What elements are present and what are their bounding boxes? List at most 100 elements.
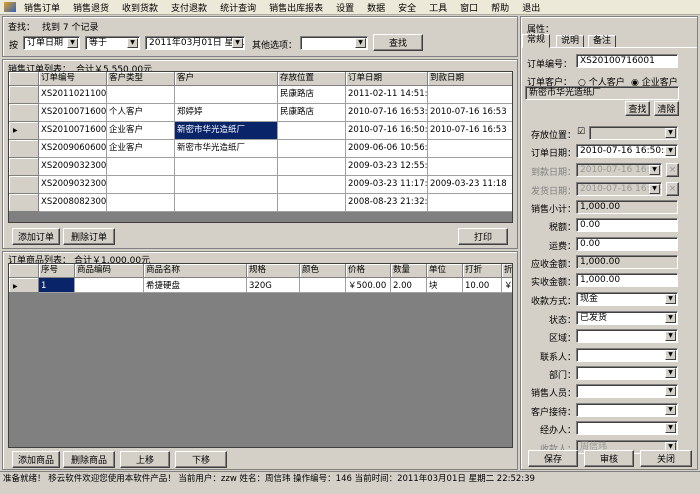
table-cell[interactable] xyxy=(107,158,175,176)
reception-field[interactable]: ▼ xyxy=(576,403,678,417)
menu-item[interactable]: 收到货款 xyxy=(122,4,158,14)
table-cell[interactable]: 1 xyxy=(39,278,75,293)
table-cell[interactable]: XS20110211001 xyxy=(39,86,107,104)
add-order-button[interactable]: 添加订单 xyxy=(12,228,60,245)
table-cell[interactable]: 2010-07-16 16:50:53 xyxy=(346,122,428,140)
table-cell[interactable] xyxy=(175,176,278,194)
menu-item[interactable]: 销售订单 xyxy=(24,4,60,14)
status-field[interactable]: 已发货 ▼ xyxy=(576,311,678,325)
column-header[interactable]: 单位 xyxy=(427,264,463,278)
sales-field[interactable]: ▼ xyxy=(576,384,678,398)
table-cell[interactable]: 2.00 xyxy=(391,278,427,293)
clear-date-icon[interactable]: × xyxy=(666,182,679,196)
table-cell[interactable] xyxy=(428,140,512,158)
menu-item[interactable]: 设置 xyxy=(336,4,354,14)
table-cell[interactable]: XS20100716002 xyxy=(39,104,107,122)
column-header[interactable]: 客户类型 xyxy=(107,72,175,86)
freight-field[interactable]: 0.00 xyxy=(576,237,678,251)
column-header[interactable]: 商品编码 xyxy=(75,264,144,278)
table-cell[interactable] xyxy=(428,86,512,104)
contact-field[interactable]: ▼ xyxy=(576,348,678,362)
table-cell[interactable] xyxy=(278,176,346,194)
row-header[interactable]: ▶ xyxy=(9,122,39,140)
menu-item[interactable]: 退出 xyxy=(522,4,540,14)
table-cell[interactable] xyxy=(175,194,278,212)
pay-date-field[interactable]: 2010-07-16 16:53:5 ▼ xyxy=(576,163,662,177)
operator-select[interactable]: 等于 ▼ xyxy=(85,36,140,50)
add-item-button[interactable]: 添加商品 xyxy=(12,451,60,468)
table-cell[interactable]: XS20080823001 xyxy=(39,194,107,212)
table-cell[interactable] xyxy=(278,122,346,140)
table-cell[interactable]: 希捷硬盘 xyxy=(144,278,247,293)
row-header[interactable] xyxy=(9,158,39,176)
row-header[interactable] xyxy=(9,104,39,122)
region-field[interactable]: ▼ xyxy=(576,329,678,343)
table-cell[interactable] xyxy=(107,86,175,104)
audit-button[interactable]: 审核 xyxy=(584,450,634,467)
table-cell[interactable]: XS20100716001 xyxy=(39,122,107,140)
column-header[interactable]: 打折 xyxy=(463,264,502,278)
customer-find-button[interactable]: 查找 xyxy=(625,101,650,116)
table-cell[interactable]: 民康路店 xyxy=(278,86,346,104)
move-up-button[interactable]: 上移 xyxy=(120,451,170,468)
column-header[interactable]: 规格 xyxy=(247,264,300,278)
column-header[interactable]: 颜色 xyxy=(300,264,346,278)
table-cell[interactable] xyxy=(428,194,512,212)
column-header[interactable]: 到款日期 xyxy=(428,72,512,86)
table-cell[interactable]: 新密市华光造纸厂 xyxy=(175,140,278,158)
find-button[interactable]: 查找 xyxy=(373,34,423,51)
print-button[interactable]: 打印 xyxy=(458,228,508,245)
table-cell[interactable] xyxy=(278,194,346,212)
table-cell[interactable]: 2009-06-06 10:56:05 xyxy=(346,140,428,158)
column-header[interactable]: 存放位置 xyxy=(278,72,346,86)
row-header[interactable]: ▶ xyxy=(9,278,39,293)
table-cell[interactable] xyxy=(175,158,278,176)
dept-field[interactable]: ▼ xyxy=(576,366,678,380)
delete-item-button[interactable]: 删除商品 xyxy=(63,451,115,468)
table-cell[interactable]: 10.00 xyxy=(463,278,502,293)
order-date-field[interactable]: 2010-07-16 16:50:53 ▼ xyxy=(576,144,678,158)
table-cell[interactable]: 2010-07-16 16:53 xyxy=(428,122,512,140)
search-field-select[interactable]: 订单日期 ▼ xyxy=(23,36,80,50)
column-header[interactable]: 折 xyxy=(502,264,512,278)
table-cell[interactable] xyxy=(300,278,346,293)
column-header[interactable]: 商品名称 xyxy=(144,264,247,278)
table-cell[interactable]: 新密市华光造纸厂 xyxy=(175,122,278,140)
row-header[interactable] xyxy=(9,176,39,194)
row-header[interactable] xyxy=(9,194,39,212)
table-cell[interactable]: 2008-08-23 21:32:40 xyxy=(346,194,428,212)
menu-item[interactable]: 工具 xyxy=(429,4,447,14)
table-cell[interactable]: 个人客户 xyxy=(107,104,175,122)
table-cell[interactable]: 2010-07-16 16:53:53 xyxy=(346,104,428,122)
table-cell[interactable] xyxy=(278,140,346,158)
row-header[interactable] xyxy=(9,140,39,158)
table-cell[interactable] xyxy=(175,86,278,104)
table-cell[interactable]: XS20090323001 xyxy=(39,176,107,194)
table-cell[interactable]: 郑婷婷 xyxy=(175,104,278,122)
table-cell[interactable]: XS20090323002 xyxy=(39,158,107,176)
table-cell[interactable]: 2009-03-23 11:18 xyxy=(428,176,512,194)
handler-field[interactable]: ▼ xyxy=(576,421,678,435)
other-options-select[interactable]: ▼ xyxy=(300,36,368,50)
table-cell[interactable] xyxy=(107,176,175,194)
table-cell[interactable]: 块 xyxy=(427,278,463,293)
menu-item[interactable]: 安全 xyxy=(398,4,416,14)
table-cell[interactable] xyxy=(278,158,346,176)
pay-method-field[interactable]: 现金 ▼ xyxy=(576,292,678,306)
move-down-button[interactable]: 下移 xyxy=(175,451,227,468)
menu-item[interactable]: 窗口 xyxy=(460,4,478,14)
table-cell[interactable]: 2009-03-23 11:17:16 xyxy=(346,176,428,194)
table-cell[interactable] xyxy=(75,278,144,293)
delete-order-button[interactable]: 删除订单 xyxy=(63,228,115,245)
menu-item[interactable]: 统计查询 xyxy=(220,4,256,14)
tax-field[interactable]: 0.00 xyxy=(576,218,678,232)
menu-item[interactable]: 销售退货 xyxy=(73,4,109,14)
storage-field[interactable]: ▼ xyxy=(589,126,678,140)
save-button[interactable]: 保存 xyxy=(528,450,578,467)
table-cell[interactable]: 民康路店 xyxy=(278,104,346,122)
customer-name-field[interactable]: 新密市华光造纸厂 xyxy=(525,86,679,100)
column-header[interactable]: 订单编号 xyxy=(39,72,107,86)
table-cell[interactable]: 2010-07-16 16:53 xyxy=(428,104,512,122)
menu-item[interactable]: 帮助 xyxy=(491,4,509,14)
order-no-field[interactable]: XS20100716001 xyxy=(576,54,678,68)
